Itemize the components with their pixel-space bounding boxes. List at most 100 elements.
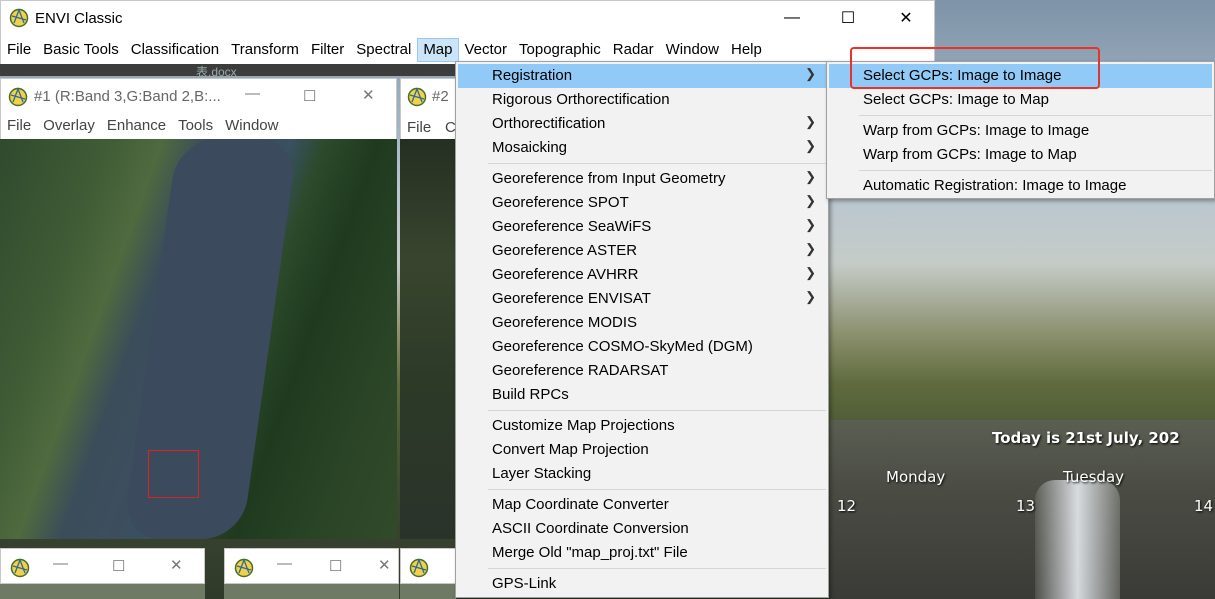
menu-separator	[488, 163, 826, 164]
menu-separator	[488, 568, 826, 569]
menu-item-warp-gcps-image-to-image[interactable]: Warp from GCPs: Image to Image	[829, 119, 1212, 143]
menu-item-georeference-radarsat[interactable]: Georeference RADARSAT	[458, 359, 826, 383]
menu-classification[interactable]: Classification	[125, 38, 225, 62]
minimize-button[interactable]: —	[763, 1, 821, 35]
iw2-menu-file[interactable]: File	[407, 119, 431, 136]
menu-item-select-gcps-image-to-map[interactable]: Select GCPs: Image to Map	[829, 88, 1212, 112]
image-window-1-title-bar: #1 (R:Band 3,G:Band 2,B:... — ☐ ✕	[1, 79, 396, 115]
menu-item-georeference-avhrr[interactable]: Georeference AVHRR ❯	[458, 263, 826, 287]
image-window-1: #1 (R:Band 3,G:Band 2,B:... — ☐ ✕ File O…	[0, 78, 397, 140]
envi-app-icon	[234, 558, 254, 578]
calendar-date: 12	[837, 497, 857, 515]
menu-filter[interactable]: Filter	[305, 38, 350, 62]
chevron-right-icon: ❯	[805, 193, 816, 208]
chevron-right-icon: ❯	[805, 114, 816, 129]
menu-item-georeference-aster[interactable]: Georeference ASTER ❯	[458, 239, 826, 263]
menu-item-mosaicking[interactable]: Mosaicking ❯	[458, 136, 826, 160]
menu-item-georeference-spot[interactable]: Georeference SPOT ❯	[458, 191, 826, 215]
menu-item-build-rpcs[interactable]: Build RPCs	[458, 383, 826, 407]
menu-separator	[488, 410, 826, 411]
small-window-1-preview	[0, 584, 205, 599]
menu-map[interactable]: Map	[417, 38, 459, 62]
menu-item-orthorectification[interactable]: Orthorectification ❯	[458, 112, 826, 136]
menu-item-rigorous-orthorectification[interactable]: Rigorous Orthorectification	[458, 88, 826, 112]
chevron-right-icon: ❯	[805, 289, 816, 304]
menu-item-customize-map-projections[interactable]: Customize Map Projections	[458, 414, 826, 438]
menu-item-georeference-envisat[interactable]: Georeference ENVISAT ❯	[458, 287, 826, 311]
map-dropdown-menu: Registration ❯ Rigorous Orthorectificatio…	[455, 61, 829, 598]
menu-help[interactable]: Help	[725, 38, 768, 62]
image-window-1-title: #1 (R:Band 3,G:Band 2,B:...	[34, 88, 221, 105]
menu-item-georeference-cosmo-skymed[interactable]: Georeference COSMO-SkyMed (DGM)	[458, 335, 826, 359]
envi-app-icon	[10, 558, 30, 578]
envi-app-icon	[8, 87, 28, 107]
iw1-menu-file[interactable]: File	[1, 115, 37, 139]
small-window-2[interactable]: — ☐ ✕	[224, 548, 399, 584]
maximize-icon[interactable]: ☐	[303, 87, 316, 105]
image-window-1-menubar: File Overlay Enhance Tools Window	[1, 115, 284, 139]
close-button[interactable]: ✕	[877, 1, 935, 35]
menu-vector[interactable]: Vector	[459, 38, 514, 62]
small-window-3-preview	[400, 584, 456, 599]
title-bar: ENVI Classic — ☐ ✕	[1, 1, 936, 35]
chevron-right-icon: ❯	[805, 138, 816, 153]
menu-item-layer-stacking[interactable]: Layer Stacking	[458, 462, 826, 486]
menu-file[interactable]: File	[1, 38, 37, 62]
close-icon[interactable]: ✕	[378, 556, 391, 574]
menu-item-automatic-registration[interactable]: Automatic Registration: Image to Image	[829, 174, 1212, 198]
satellite-image-2[interactable]	[400, 139, 456, 539]
menu-separator	[859, 170, 1212, 171]
small-window-3[interactable]	[400, 548, 456, 584]
chevron-right-icon: ❯	[805, 241, 816, 256]
image-window-2: #2 File C	[400, 78, 456, 140]
calendar-date: 13	[1016, 497, 1036, 515]
window-title: ENVI Classic	[35, 10, 123, 27]
maximize-icon[interactable]: ☐	[329, 557, 342, 575]
small-window-2-preview	[224, 584, 399, 599]
iw1-menu-window[interactable]: Window	[219, 115, 284, 139]
maximize-button[interactable]: ☐	[819, 1, 877, 35]
calendar-day-label: Tuesday	[1063, 468, 1125, 486]
close-icon[interactable]: ✕	[170, 556, 183, 574]
calendar-day-label: Monday	[886, 468, 946, 486]
minimize-icon[interactable]: —	[277, 555, 292, 572]
small-window-1[interactable]: — ☐ ✕	[0, 548, 205, 584]
chevron-right-icon: ❯	[805, 169, 816, 184]
close-icon: ✕	[899, 10, 913, 27]
annotation-highlight-frame	[850, 47, 1100, 89]
minimize-icon: —	[784, 9, 800, 26]
chevron-right-icon: ❯	[805, 217, 816, 232]
menu-item-convert-map-projection[interactable]: Convert Map Projection	[458, 438, 826, 462]
image-window-2-title: #2	[432, 88, 449, 105]
minimize-icon[interactable]: —	[245, 85, 260, 102]
menu-separator	[859, 115, 1212, 116]
iw1-menu-overlay[interactable]: Overlay	[37, 115, 101, 139]
maximize-icon[interactable]: ☐	[112, 557, 125, 575]
satellite-image-1[interactable]	[0, 139, 397, 539]
menu-item-map-coordinate-converter[interactable]: Map Coordinate Converter	[458, 493, 826, 517]
envi-app-icon	[9, 8, 29, 28]
zoom-box[interactable]	[148, 450, 199, 498]
menu-item-merge-old-map-proj[interactable]: Merge Old "map_proj.txt" File	[458, 541, 826, 565]
menu-item-georeference-modis[interactable]: Georeference MODIS	[458, 311, 826, 335]
maximize-icon: ☐	[840, 10, 856, 27]
menu-item-georeference-input-geometry[interactable]: Georeference from Input Geometry ❯	[458, 167, 826, 191]
iw1-menu-enhance[interactable]: Enhance	[101, 115, 172, 139]
iw1-menu-tools[interactable]: Tools	[172, 115, 219, 139]
menu-item-ascii-coordinate-conversion[interactable]: ASCII Coordinate Conversion	[458, 517, 826, 541]
menu-window[interactable]: Window	[660, 38, 725, 62]
menu-basic-tools[interactable]: Basic Tools	[37, 38, 125, 62]
menu-item-gps-link[interactable]: GPS-Link	[458, 572, 826, 596]
menu-spectral[interactable]: Spectral	[350, 38, 417, 62]
menu-radar[interactable]: Radar	[607, 38, 660, 62]
close-icon[interactable]: ✕	[362, 86, 375, 104]
envi-main-window: ENVI Classic — ☐ ✕ File Basic Tools Clas…	[0, 0, 935, 66]
menu-item-warp-gcps-image-to-map[interactable]: Warp from GCPs: Image to Map	[829, 143, 1212, 167]
menu-topographic[interactable]: Topographic	[513, 38, 607, 62]
menu-transform[interactable]: Transform	[225, 38, 305, 62]
menu-item-georeference-seawifs[interactable]: Georeference SeaWiFS ❯	[458, 215, 826, 239]
envi-app-icon	[409, 558, 429, 578]
minimize-icon[interactable]: —	[53, 555, 68, 572]
menu-item-registration[interactable]: Registration ❯	[458, 64, 826, 88]
main-menubar: File Basic Tools Classification Transfor…	[1, 38, 768, 62]
